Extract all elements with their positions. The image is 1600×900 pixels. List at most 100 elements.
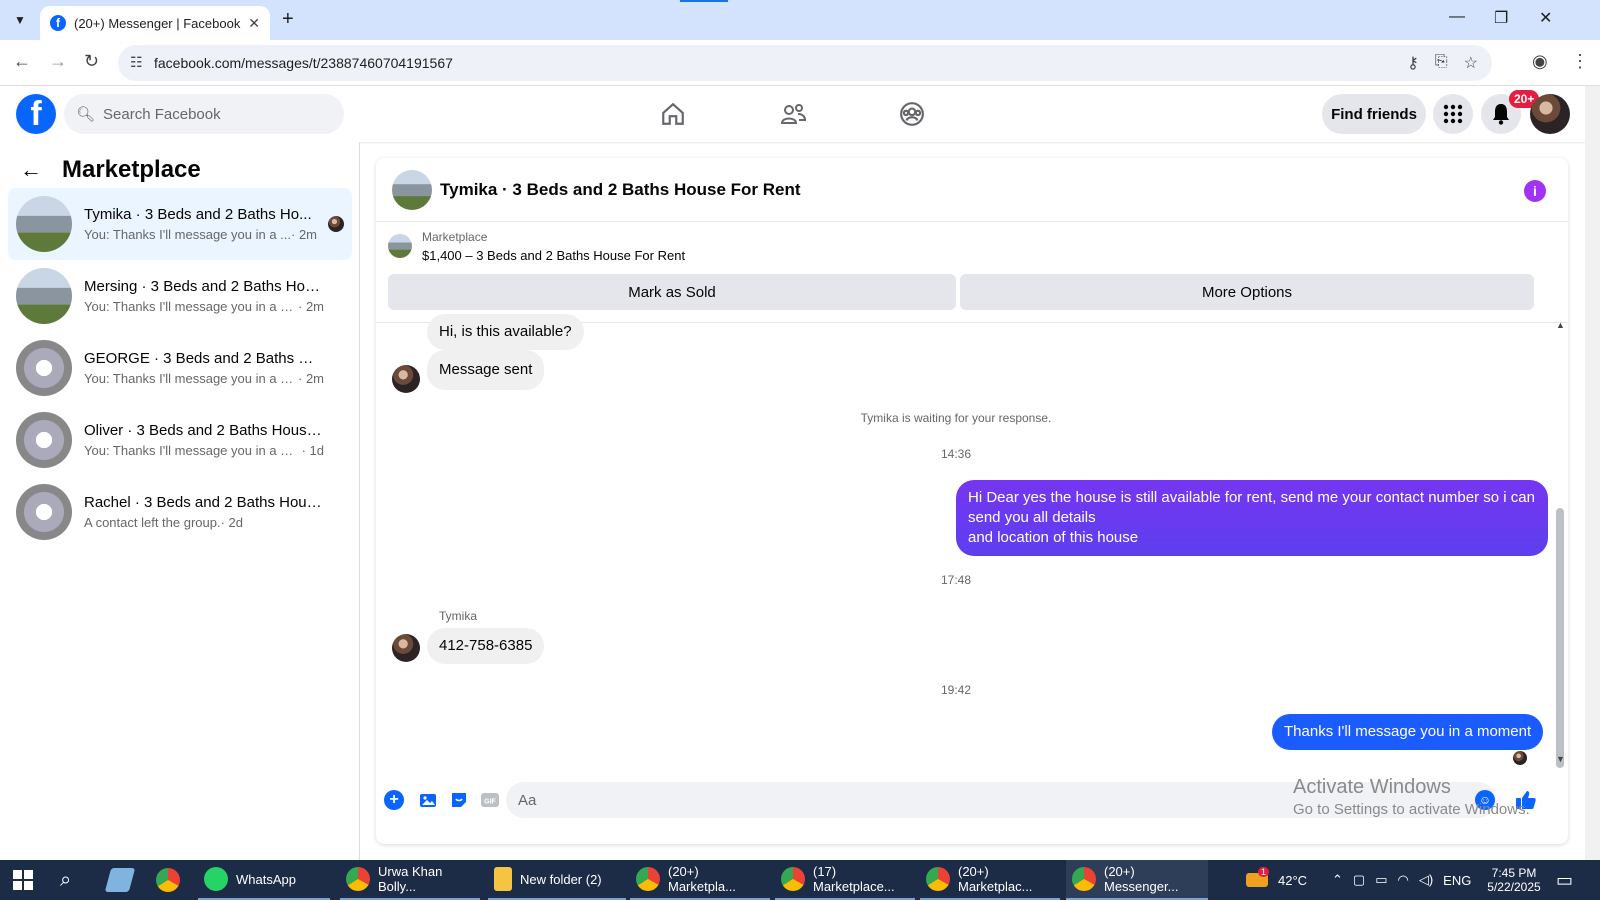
marketplace-conversation-list: ← Marketplace Tymika · 3 Beds and 2 Bath… xyxy=(0,142,360,860)
home-icon[interactable] xyxy=(657,98,689,130)
conversation-name: Tymika · 3 Beds and 2 Baths Ho... xyxy=(84,206,312,223)
chrome-app-icon[interactable] xyxy=(156,860,188,900)
info-icon[interactable]: i xyxy=(1524,180,1546,202)
browser-menu-icon[interactable]: ⋮ xyxy=(1571,51,1589,72)
clock-date: 5/22/2025 xyxy=(1487,880,1541,894)
chat-title[interactable]: Tymika · 3 Beds and 2 Baths House For Re… xyxy=(440,180,801,200)
scroll-up-icon[interactable]: ▲ xyxy=(1556,320,1565,330)
install-app-icon[interactable]: ⎘ xyxy=(1435,53,1448,73)
conversation-time: · 2m xyxy=(291,227,317,242)
sender-avatar xyxy=(392,365,420,393)
site-settings-icon[interactable]: ☷ xyxy=(130,54,143,71)
listing-summary[interactable]: Marketplace $1,400 – 3 Beds and 2 Baths … xyxy=(388,230,685,263)
add-plus-icon[interactable]: + xyxy=(384,790,404,810)
scroll-down-icon[interactable]: ▼ xyxy=(1556,754,1565,764)
back-arrow-icon[interactable]: ← xyxy=(13,51,31,72)
gif-icon[interactable]: GIF xyxy=(478,788,502,812)
chat-listing-thumbnail[interactable] xyxy=(392,169,432,210)
mark-as-sold-button[interactable]: Mark as Sold xyxy=(388,274,956,310)
clock-time: 7:45 PM xyxy=(1491,866,1537,880)
wifi-icon[interactable]: ◠ xyxy=(1398,872,1409,888)
conversation-item[interactable]: Rachel · 3 Beds and 2 Baths House... A c… xyxy=(8,476,352,548)
sender-avatar xyxy=(392,634,420,662)
sender-name: Tymika xyxy=(439,609,478,623)
battery-icon[interactable]: ▭ xyxy=(1375,872,1387,888)
bookmark-star-icon[interactable]: ☆ xyxy=(1464,53,1478,73)
search-icon: 🔍︎ xyxy=(76,106,96,123)
conversation-item[interactable]: Mersing · 3 Beds and 2 Baths Hou... You:… xyxy=(8,260,352,332)
weather-temp: 42°C xyxy=(1278,872,1308,888)
message-input[interactable]: Aa xyxy=(506,782,1496,818)
reload-icon[interactable]: ↻ xyxy=(84,51,99,72)
sticker-icon[interactable] xyxy=(447,788,471,812)
scrollbar-thumb[interactable] xyxy=(1556,508,1564,768)
account-avatar[interactable] xyxy=(1530,94,1570,134)
facebook-search-input[interactable]: 🔍︎ Search Facebook xyxy=(64,94,344,134)
volume-icon[interactable]: ◁) xyxy=(1419,872,1433,888)
listing-thumbnail xyxy=(16,412,72,468)
chat-header: Tymika · 3 Beds and 2 Baths House For Re… xyxy=(376,158,1568,222)
menu-grid-icon[interactable] xyxy=(1433,94,1473,134)
conversation-item[interactable]: Tymika · 3 Beds and 2 Baths Ho... You: T… xyxy=(8,188,352,260)
tab-close-icon[interactable]: ✕ xyxy=(248,15,260,32)
chrome-icon xyxy=(781,867,805,891)
weather-widget[interactable]: 1 42°C xyxy=(1246,860,1307,900)
language-indicator[interactable]: ENG xyxy=(1443,873,1471,888)
taskbar-folder[interactable]: New folder (2) xyxy=(488,860,626,900)
taskbar-chrome-window-active[interactable]: (20+) Messenger... xyxy=(1066,860,1208,900)
tray-chevron-icon[interactable]: ⌃ xyxy=(1332,872,1343,888)
taskbar-chrome-window[interactable]: (20+) Marketplac... xyxy=(920,860,1060,900)
conversation-item[interactable]: Oliver · 3 Beds and 2 Baths House ... Yo… xyxy=(8,404,352,476)
listing-thumbnail xyxy=(16,196,72,252)
notification-center-icon[interactable]: ▭ xyxy=(1556,860,1573,900)
whatsapp-icon xyxy=(204,867,228,891)
emoji-icon[interactable]: ☺ xyxy=(1475,790,1495,810)
timestamp: 19:42 xyxy=(940,683,972,697)
new-tab-plus-icon[interactable]: + xyxy=(282,8,294,31)
chrome-icon xyxy=(926,867,950,891)
incoming-message: Hi, is this available? xyxy=(427,314,584,350)
browser-tab-strip: ▼ f (20+) Messenger | Facebook ✕ + — ❐ ✕ xyxy=(0,0,1600,40)
outgoing-message: Hi Dear yes the house is still available… xyxy=(956,480,1548,556)
profile-icon[interactable]: ◉ xyxy=(1532,51,1548,72)
forward-arrow-icon[interactable]: → xyxy=(49,51,67,72)
taskbar-chrome-window[interactable]: Urwa Khan Bolly... xyxy=(340,860,480,900)
facebook-logo-icon[interactable]: f xyxy=(16,94,56,134)
page-scrollbar[interactable] xyxy=(1585,86,1600,860)
photo-icon[interactable] xyxy=(416,788,440,812)
listing-thumbnail xyxy=(16,484,72,540)
file-explorer-app-icon[interactable] xyxy=(104,860,140,900)
more-options-button[interactable]: More Options xyxy=(960,274,1534,310)
restore-icon[interactable]: ❐ xyxy=(1494,8,1508,28)
clock[interactable]: 7:45 PM 5/22/2025 xyxy=(1484,860,1544,900)
chrome-icon xyxy=(346,867,370,891)
minimize-icon[interactable]: — xyxy=(1449,8,1465,26)
meet-icon[interactable]: ▢ xyxy=(1353,872,1365,888)
taskbar-label: (17) Marketplace... xyxy=(813,864,895,894)
taskbar-chrome-window[interactable]: (20+) Marketpla... xyxy=(630,860,770,900)
tab-search-chevron-icon[interactable]: ▼ xyxy=(8,8,32,32)
conversation-time: · 2m xyxy=(298,371,324,386)
start-windows-icon[interactable] xyxy=(12,860,34,900)
listing-thumbnail xyxy=(16,340,72,396)
sidebar-title: Marketplace xyxy=(62,156,201,183)
taskbar-search-icon[interactable]: ⌕ xyxy=(60,860,71,900)
window-close-icon[interactable]: ✕ xyxy=(1539,8,1552,28)
windows-taskbar: ⌕ WhatsApp Urwa Khan Bolly... New folder… xyxy=(0,860,1600,900)
find-friends-button[interactable]: Find friends xyxy=(1322,94,1426,134)
groups-icon[interactable] xyxy=(896,98,928,130)
taskbar-label: (20+) Marketplac... xyxy=(958,864,1033,894)
back-arrow-icon[interactable]: ← xyxy=(20,157,42,183)
taskbar-whatsapp[interactable]: WhatsApp xyxy=(198,860,330,900)
browser-tab-messenger[interactable]: f (20+) Messenger | Facebook ✕ xyxy=(40,6,270,40)
conversation-item[interactable]: GEORGE · 3 Beds and 2 Baths Hou... You: … xyxy=(8,332,352,404)
friends-icon[interactable] xyxy=(777,98,809,130)
chat-panel: Tymika · 3 Beds and 2 Baths House For Re… xyxy=(376,158,1568,844)
address-bar[interactable]: ☷ facebook.com/messages/t/23887460704191… xyxy=(118,45,1492,81)
thumbs-up-icon[interactable] xyxy=(1514,788,1538,812)
message-composer: + GIF Aa ☺ xyxy=(376,778,1568,838)
password-key-icon[interactable]: ⚷ xyxy=(1407,53,1419,73)
message-scrollbar[interactable]: ▲ ▼ xyxy=(1556,320,1565,768)
system-message: Tymika is waiting for your response. xyxy=(860,411,1052,425)
taskbar-chrome-window[interactable]: (17) Marketplace... xyxy=(775,860,915,900)
